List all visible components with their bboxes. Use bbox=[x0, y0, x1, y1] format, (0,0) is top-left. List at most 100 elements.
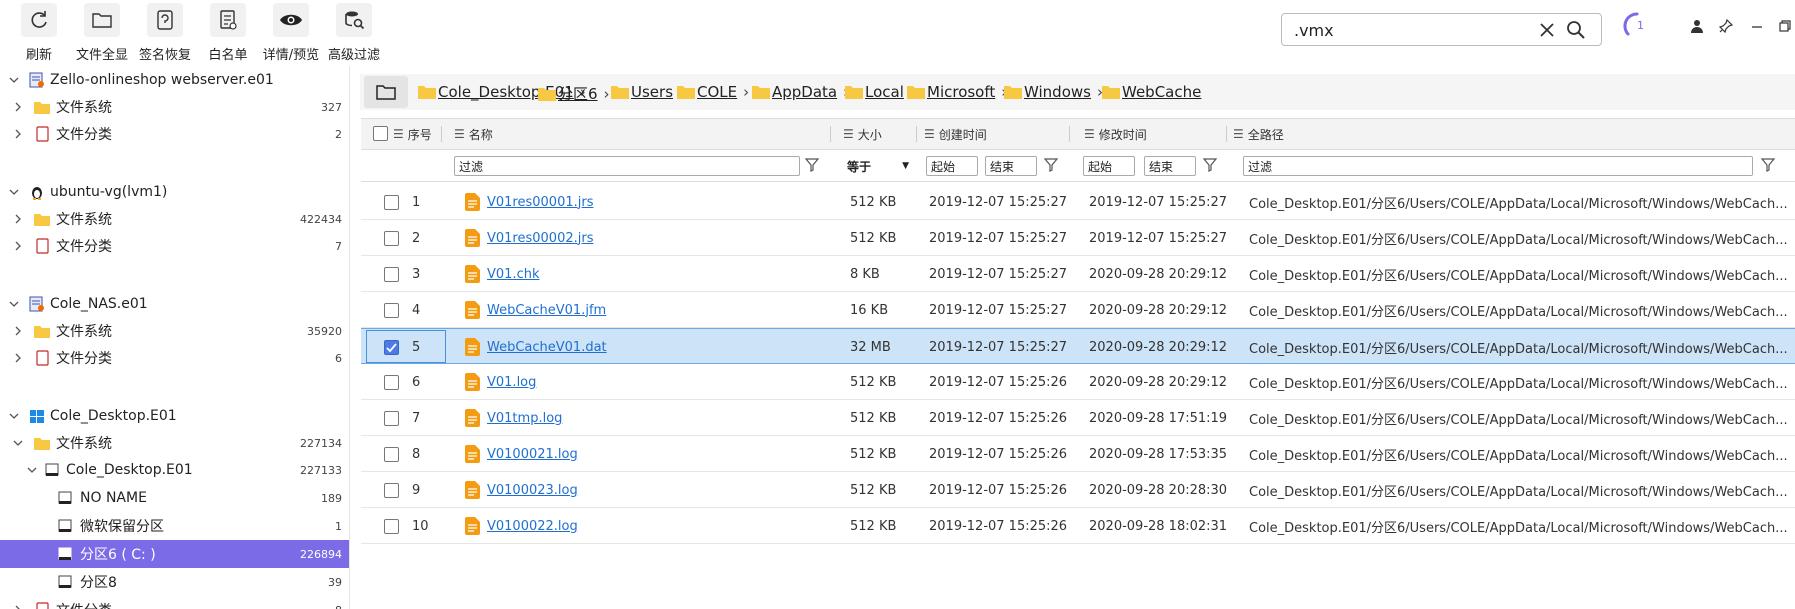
restore-window-icon[interactable] bbox=[1775, 16, 1795, 36]
filter-icon[interactable] bbox=[1044, 158, 1058, 172]
cell-name[interactable]: V0100022.log bbox=[465, 508, 825, 544]
cell-name[interactable]: V01tmp.log bbox=[465, 400, 825, 436]
modified-end-input[interactable]: 结束 bbox=[1144, 156, 1196, 176]
cell-name[interactable]: V01res00002.jrs bbox=[465, 220, 825, 256]
column-name[interactable]: ☰ 名称 bbox=[454, 119, 493, 149]
file-name-link[interactable]: V01.chk bbox=[487, 267, 539, 282]
chevron-down-icon[interactable] bbox=[8, 410, 20, 422]
tree-item-partition[interactable]: 分区8 39 bbox=[0, 568, 349, 596]
breadcrumb-item[interactable]: Local› bbox=[845, 83, 916, 101]
search-input[interactable] bbox=[1294, 19, 1524, 41]
breadcrumb-item[interactable]: Users› bbox=[611, 83, 685, 101]
chevron-right-icon[interactable] bbox=[12, 604, 24, 609]
table-row[interactable]: 4 WebCacheV01.jfm 16 KB 2019-12-07 15:25:27… bbox=[361, 292, 1795, 328]
advanced-filter-button[interactable]: 高级过滤 bbox=[319, 0, 389, 64]
row-checkbox[interactable] bbox=[384, 231, 399, 246]
filter-icon[interactable] bbox=[1761, 158, 1775, 172]
table-row[interactable]: 5 WebCacheV01.dat 32 MB 2019-12-07 15:25:27… bbox=[361, 328, 1795, 364]
cell-name[interactable]: V0100021.log bbox=[465, 436, 825, 472]
chevron-right-icon[interactable] bbox=[12, 325, 24, 337]
file-name-link[interactable]: V01res00002.jrs bbox=[487, 231, 593, 246]
column-menu-icon[interactable]: ☰ bbox=[843, 127, 854, 141]
column-seq[interactable]: ☰ 序号 bbox=[393, 119, 432, 149]
table-row[interactable]: 2 V01res00002.jrs 512 KB 2019-12-07 15:25:2… bbox=[361, 220, 1795, 256]
column-menu-icon[interactable]: ☰ bbox=[1233, 127, 1244, 141]
folder-view-button[interactable] bbox=[364, 76, 408, 108]
column-menu-icon[interactable]: ☰ bbox=[454, 127, 465, 141]
tree-item-filesystem[interactable]: 文件系统 327 bbox=[0, 93, 349, 121]
column-divider[interactable] bbox=[830, 126, 831, 142]
file-name-link[interactable]: WebCacheV01.dat bbox=[487, 340, 607, 355]
chevron-right-icon[interactable] bbox=[12, 240, 24, 252]
cell-name[interactable]: V01res00001.jrs bbox=[465, 184, 825, 220]
user-icon[interactable] bbox=[1687, 16, 1707, 36]
created-end-input[interactable]: 结束 bbox=[985, 156, 1037, 176]
breadcrumb-item[interactable]: COLE › bbox=[677, 83, 749, 101]
table-row[interactable]: 3 V01.chk 8 KB 2019-12-07 15:25:27 2020-09-2… bbox=[361, 256, 1795, 292]
cell-name[interactable]: V01.chk bbox=[465, 256, 825, 292]
cell-name[interactable]: WebCacheV01.jfm bbox=[465, 292, 825, 328]
tree-group-cole-nas[interactable]: Cole_NAS.e01 bbox=[0, 290, 349, 318]
show-all-files-button[interactable]: 文件全显 bbox=[67, 0, 137, 64]
row-checkbox[interactable] bbox=[384, 375, 399, 390]
breadcrumb-item[interactable]: AppData› bbox=[752, 83, 849, 101]
refresh-button[interactable]: 刷新 bbox=[4, 0, 74, 64]
select-all-checkbox[interactable] bbox=[373, 126, 388, 141]
filter-icon[interactable] bbox=[1203, 158, 1217, 172]
table-row[interactable]: 8 V0100021.log 512 KB 2019-12-07 15:25:26 20… bbox=[361, 436, 1795, 472]
column-divider[interactable] bbox=[1069, 126, 1070, 142]
size-operator-select[interactable]: 等于 ▼ bbox=[847, 157, 909, 175]
search-icon[interactable] bbox=[1566, 20, 1586, 44]
row-checkbox[interactable] bbox=[384, 267, 399, 282]
chevron-right-icon[interactable] bbox=[12, 213, 24, 225]
breadcrumb-item[interactable]: WebCache bbox=[1102, 83, 1201, 101]
tree-item-filesystem[interactable]: 文件系统 422434 bbox=[0, 205, 349, 233]
created-start-input[interactable]: 起始 bbox=[926, 156, 978, 176]
filter-icon[interactable] bbox=[805, 158, 819, 172]
tree-item-category[interactable]: 文件分类 2 bbox=[0, 120, 349, 148]
row-checkbox[interactable] bbox=[384, 303, 399, 318]
clear-icon[interactable] bbox=[1539, 22, 1555, 42]
detail-preview-button[interactable]: 详情/预览 bbox=[256, 0, 326, 64]
minimize-icon[interactable] bbox=[1747, 16, 1767, 36]
column-path[interactable]: ☰ 全路径 bbox=[1233, 119, 1284, 149]
chevron-down-icon[interactable] bbox=[26, 464, 38, 476]
column-menu-icon[interactable]: ☰ bbox=[393, 127, 404, 141]
breadcrumb-item[interactable]: Microsoft› bbox=[907, 83, 1007, 101]
table-row[interactable]: 1 V01res00001.jrs 512 KB 2019-12-07 15:25:2… bbox=[361, 184, 1795, 220]
breadcrumb-item[interactable]: Windows › bbox=[1004, 83, 1103, 101]
modified-start-input[interactable]: 起始 bbox=[1083, 156, 1135, 176]
whitelist-button[interactable]: 白名单 bbox=[193, 0, 263, 64]
table-row[interactable]: 10 V0100022.log 512 KB 2019-12-07 15:25:26 2… bbox=[361, 508, 1795, 544]
chevron-right-icon[interactable] bbox=[12, 352, 24, 364]
tree-group-ubuntu[interactable]: ubuntu-vg(lvm1) bbox=[0, 178, 349, 206]
chevron-down-icon[interactable] bbox=[12, 437, 24, 449]
cell-name[interactable]: V0100023.log bbox=[465, 472, 825, 508]
name-filter-input[interactable]: 过滤 bbox=[454, 156, 800, 176]
file-name-link[interactable]: V01.log bbox=[487, 375, 536, 390]
tree-item-filesystem[interactable]: 文件系统 35920 bbox=[0, 317, 349, 345]
row-checkbox[interactable] bbox=[384, 519, 399, 534]
tree-group-cole-desktop[interactable]: Cole_Desktop.E01 bbox=[0, 402, 349, 430]
chevron-right-icon[interactable] bbox=[12, 128, 24, 140]
tree-item-category[interactable]: 文件分类 6 bbox=[0, 344, 349, 372]
tree-item-partition[interactable]: NO NAME 189 bbox=[0, 484, 349, 512]
file-name-link[interactable]: V01tmp.log bbox=[487, 411, 562, 426]
column-divider[interactable] bbox=[916, 126, 917, 142]
column-menu-icon[interactable]: ☰ bbox=[1084, 127, 1095, 141]
row-checkbox[interactable] bbox=[384, 483, 399, 498]
table-row[interactable]: 7 V01tmp.log 512 KB 2019-12-07 15:25:26 2020… bbox=[361, 400, 1795, 436]
tree-item-category[interactable]: 文件分类 7 bbox=[0, 232, 349, 260]
chevron-down-icon[interactable] bbox=[8, 74, 20, 86]
row-checkbox[interactable] bbox=[384, 411, 399, 426]
cell-name[interactable]: WebCacheV01.dat bbox=[465, 329, 825, 365]
task-progress-indicator[interactable]: 1 bbox=[1622, 11, 1652, 41]
column-divider[interactable] bbox=[441, 126, 442, 142]
column-menu-icon[interactable]: ☰ bbox=[924, 127, 935, 141]
path-filter-input[interactable]: 过滤 bbox=[1243, 156, 1753, 176]
signature-restore-button[interactable]: 签名恢复 bbox=[130, 0, 200, 64]
row-checkbox[interactable] bbox=[384, 447, 399, 462]
row-checkbox[interactable] bbox=[384, 340, 399, 355]
file-name-link[interactable]: V0100023.log bbox=[487, 483, 578, 498]
column-modified[interactable]: ☰ 修改时间 bbox=[1084, 119, 1147, 149]
